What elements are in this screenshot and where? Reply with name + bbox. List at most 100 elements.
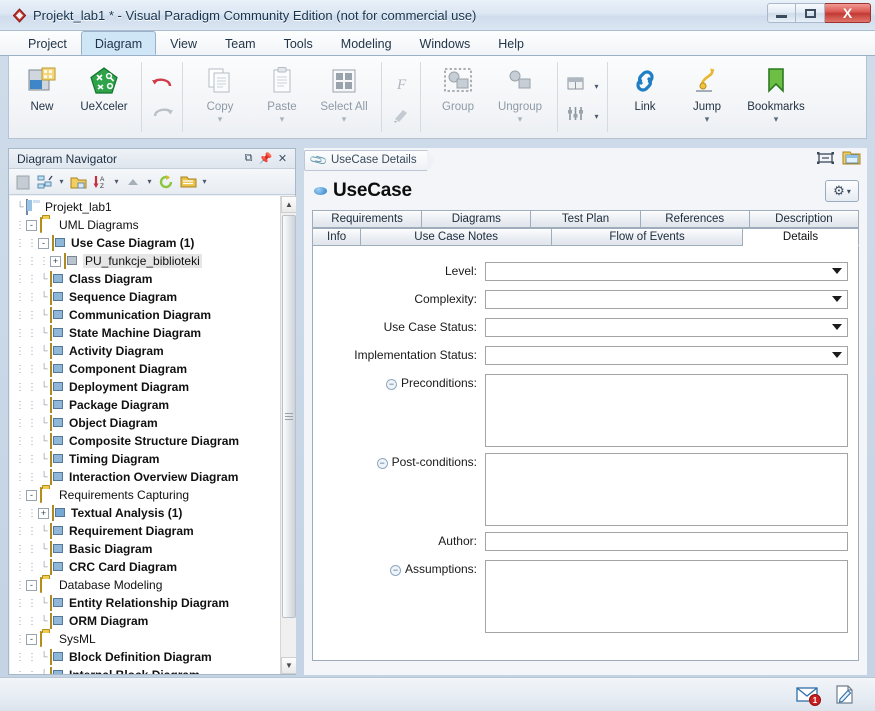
edit-note-icon[interactable]: [833, 685, 857, 705]
dropdown-caret-1[interactable]: ▾: [57, 177, 66, 186]
select-all-caret-icon[interactable]: ▾: [342, 115, 347, 124]
tree-item[interactable]: ⋮ ⋮ └ Basic Diagram: [10, 540, 296, 558]
tab-description[interactable]: Description: [749, 210, 860, 228]
align-caret-icon[interactable]: ▾: [592, 82, 601, 91]
post-conditions-textarea[interactable]: [485, 453, 848, 526]
scroll-down-arrow[interactable]: ▼: [281, 657, 296, 674]
select-all-button[interactable]: Select All ▾: [313, 59, 375, 133]
tree-item[interactable]: ⋮ ⋮ └ Requirement Diagram: [10, 522, 296, 540]
bookmarks-caret-icon[interactable]: ▾: [774, 115, 779, 124]
collapse-toggle-icon[interactable]: −: [389, 565, 401, 576]
redo-button[interactable]: [150, 101, 176, 131]
distribute-caret-icon[interactable]: ▾: [592, 112, 601, 121]
tree-item[interactable]: └ Projekt_lab1: [10, 198, 296, 216]
align-button[interactable]: ▾: [566, 71, 601, 101]
maximize-button[interactable]: [796, 3, 825, 23]
tree-expander-icon[interactable]: +: [38, 507, 49, 519]
refresh-icon[interactable]: [156, 172, 176, 192]
menu-tab-windows[interactable]: Windows: [406, 31, 485, 55]
collapse-toggle-icon[interactable]: −: [385, 379, 397, 390]
menu-tab-view[interactable]: View: [156, 31, 211, 55]
tree-item[interactable]: ⋮ ⋮ └ CRC Card Diagram: [10, 558, 296, 576]
tree-item[interactable]: ⋮⋮└Internal Block Diagram: [10, 666, 296, 674]
tree-expander-icon[interactable]: -: [38, 237, 49, 249]
scrollbar-thumb[interactable]: [282, 215, 296, 618]
paste-caret-icon[interactable]: ▾: [280, 115, 285, 124]
tree-expander-icon[interactable]: -: [26, 489, 37, 501]
link-button[interactable]: Link: [614, 59, 676, 133]
tree-item[interactable]: ⋮ ⋮ └ Communication Diagram: [10, 306, 296, 324]
tree-item[interactable]: ⋮ ⋮ └ Deployment Diagram: [10, 378, 296, 396]
close-button[interactable]: X: [825, 3, 871, 23]
open-specification-icon[interactable]: [842, 149, 861, 171]
sort-az-icon[interactable]: A Z: [90, 172, 110, 192]
preconditions-textarea[interactable]: [485, 374, 848, 447]
jump-button[interactable]: Jump ▾: [676, 59, 738, 133]
tree-item[interactable]: ⋮ ⋮ - Use Case Diagram (1): [10, 234, 296, 252]
dropdown-caret-2[interactable]: ▾: [112, 177, 121, 186]
author-input[interactable]: [485, 532, 848, 551]
tab-info[interactable]: Info: [312, 228, 362, 246]
diagram-hierarchy-icon[interactable]: [35, 172, 55, 192]
copy-caret-icon[interactable]: ▾: [218, 115, 223, 124]
navigator-tree[interactable]: └ Projekt_lab1 ⋮ - UML Diagrams ⋮ ⋮ - Use Case D…: [10, 196, 296, 674]
minimize-button[interactable]: [767, 3, 796, 23]
tree-item[interactable]: ⋮ ⋮ └ Class Diagram: [10, 270, 296, 288]
open-folder-icon[interactable]: [68, 172, 88, 192]
pin-icon[interactable]: 📌: [257, 152, 274, 165]
tree-item[interactable]: ⋮ ⋮ └ Component Diagram: [10, 360, 296, 378]
tree-item[interactable]: ⋮ ⋮ └ Object Diagram: [10, 414, 296, 432]
restore-icon[interactable]: ⧉: [240, 152, 257, 165]
tree-expander-icon[interactable]: -: [26, 219, 37, 231]
tree-item[interactable]: ⋮ - Requirements Capturing: [10, 486, 296, 504]
tree-item[interactable]: ⋮ - Database Modeling: [10, 576, 296, 594]
tab-test-plan[interactable]: Test Plan: [531, 210, 641, 228]
tree-item[interactable]: ⋮ ⋮ + Textual Analysis (1): [10, 504, 296, 522]
tab-requirements[interactable]: Requirements: [312, 210, 423, 228]
menu-tab-diagram[interactable]: Diagram: [80, 31, 157, 55]
tree-expander-icon[interactable]: +: [50, 255, 61, 267]
tab-usecase-details[interactable]: 📎 UseCase Details: [304, 149, 435, 172]
tree-item[interactable]: ⋮ ⋮ └ Activity Diagram: [10, 342, 296, 360]
tree-item[interactable]: ⋮ ⋮ └ Entity Relationship Diagram: [10, 594, 296, 612]
menu-tab-project[interactable]: Project: [14, 31, 81, 55]
tree-item[interactable]: ⋮ ⋮ └ Sequence Diagram: [10, 288, 296, 306]
tree-item[interactable]: ⋮ ⋮ ⋮ + PU_funkcje_biblioteki: [10, 252, 296, 270]
format-copy-button[interactable]: F: [390, 71, 414, 101]
ungroup-caret-icon[interactable]: ▾: [518, 115, 523, 124]
group-button[interactable]: Group: [427, 59, 489, 133]
dropdown-caret-3[interactable]: ▾: [145, 177, 154, 186]
dropdown-caret-4[interactable]: ▾: [200, 177, 209, 186]
menu-tab-help[interactable]: Help: [484, 31, 538, 55]
menu-tab-modeling[interactable]: Modeling: [327, 31, 406, 55]
format-paste-button[interactable]: [390, 101, 414, 131]
blank-page-icon[interactable]: [13, 172, 33, 192]
tab-use-case-notes[interactable]: Use Case Notes: [361, 228, 553, 246]
uexceler-button[interactable]: UeXceler: [73, 59, 135, 133]
collapse-toggle-icon[interactable]: −: [376, 458, 388, 469]
assumptions-textarea[interactable]: [485, 560, 848, 633]
tree-item[interactable]: ⋮ ⋮ └ Timing Diagram: [10, 450, 296, 468]
tree-item[interactable]: ⋮ ⋮ └ Composite Structure Diagram: [10, 432, 296, 450]
tab-references[interactable]: References: [640, 210, 750, 228]
tree-item[interactable]: ⋮ ⋮ └ State Machine Diagram: [10, 324, 296, 342]
collapse-up-icon[interactable]: [123, 172, 143, 192]
paste-button[interactable]: Paste ▾: [251, 59, 313, 133]
menu-tab-team[interactable]: Team: [211, 31, 270, 55]
tree-item[interactable]: ⋮ ⋮ └ Interaction Overview Diagram: [10, 468, 296, 486]
tree-item[interactable]: ⋮ ⋮ └ Block Definition Diagram: [10, 648, 296, 666]
use-case-status-combo[interactable]: [485, 318, 848, 337]
navigator-scrollbar[interactable]: ▲ ▼: [280, 196, 296, 674]
tree-expander-icon[interactable]: -: [26, 579, 37, 591]
tab-diagrams[interactable]: Diagrams: [422, 210, 532, 228]
tab-details[interactable]: Details: [743, 228, 859, 246]
jump-caret-icon[interactable]: ▾: [705, 115, 710, 124]
bookmarks-button[interactable]: Bookmarks ▾: [738, 59, 814, 133]
undo-button[interactable]: [150, 71, 176, 101]
tree-item[interactable]: ⋮ ⋮ └ Package Diagram: [10, 396, 296, 414]
tree-expander-icon[interactable]: -: [26, 633, 37, 645]
distribute-button[interactable]: ▾: [566, 101, 601, 131]
level-combo[interactable]: [485, 262, 848, 281]
tree-item[interactable]: ⋮ ⋮ └ ORM Diagram: [10, 612, 296, 630]
ungroup-button[interactable]: Ungroup ▾: [489, 59, 551, 133]
